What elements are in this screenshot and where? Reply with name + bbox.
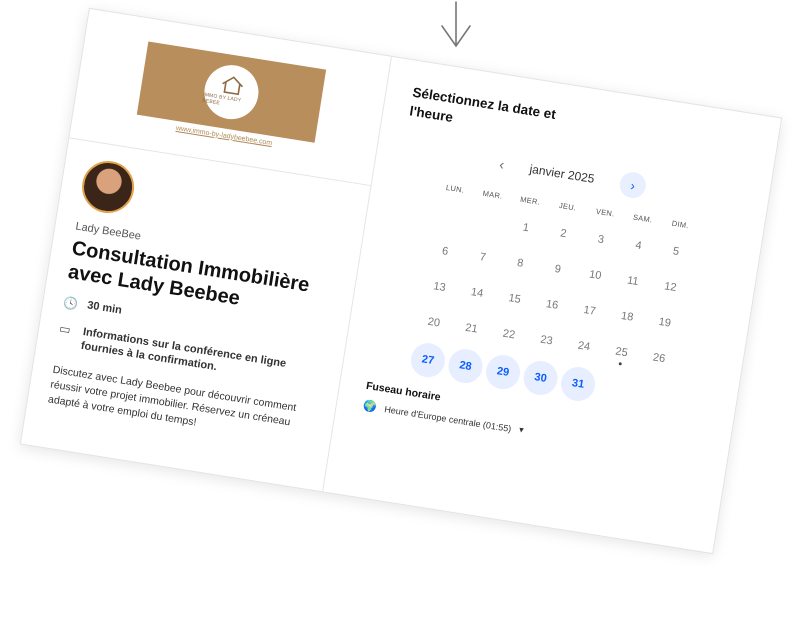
calendar-panel: Sélectionnez la date et l'heure ‹ janvie…: [323, 57, 781, 553]
calendar-day: 3: [596, 233, 605, 247]
duration-text: 30 min: [86, 299, 123, 317]
calendar-day: 1: [521, 221, 530, 235]
booking-card: IMMO BY LADY BEBEE www.immo-by-ladybeebe…: [19, 7, 783, 555]
calendar-day: 8: [516, 257, 525, 270]
calendar-day: 20: [426, 315, 441, 330]
weekday-label: DIM.: [671, 218, 690, 231]
calendar-day: 17: [582, 303, 597, 318]
calendar-day: 11: [626, 274, 640, 289]
calendar-day: 13: [432, 280, 447, 294]
calendar-day: 22: [501, 327, 516, 342]
calendar-day: 4: [634, 239, 643, 253]
weekday-label: MAR.: [482, 188, 504, 201]
empty-day: [432, 199, 470, 234]
arrow-down-icon: [436, 0, 476, 50]
calendar-day: 16: [545, 298, 560, 312]
weekday-label: MER.: [519, 194, 541, 207]
calendar-day: 25: [602, 335, 640, 370]
calendar-day: 5: [672, 245, 680, 259]
next-month-button[interactable]: ›: [618, 170, 648, 200]
available-day-button[interactable]: 30: [521, 358, 560, 398]
available-day-button[interactable]: 27: [408, 340, 448, 380]
month-label: janvier 2025: [528, 161, 596, 186]
globe-icon: 🌍: [362, 399, 378, 414]
brand-logo: IMMO BY LADY BEBEE: [200, 60, 262, 123]
prev-month-button[interactable]: ‹: [498, 156, 505, 173]
calendar-day: 12: [663, 280, 678, 295]
calendar-day: 14: [470, 286, 485, 300]
calendar-day: 26: [652, 351, 667, 366]
event-info: Lady BeeBee Consultation Immobilière ave…: [27, 138, 370, 451]
calendar-day: 18: [620, 309, 635, 324]
calendar-day: 21: [464, 321, 479, 336]
available-day-button[interactable]: 31: [558, 364, 598, 404]
video-icon: ▭: [58, 321, 72, 337]
weekday-label: JEU.: [558, 200, 577, 213]
calendar-day: 24: [577, 339, 592, 354]
calendar-day: 2: [559, 227, 568, 241]
calendar-day: 23: [539, 333, 554, 348]
calendar-day: 7: [478, 251, 487, 264]
calendar-day: 9: [553, 262, 562, 276]
empty-day: [597, 370, 635, 405]
brand-banner: IMMO BY LADY BEBEE: [136, 40, 326, 143]
calendar-day: 10: [588, 268, 603, 283]
clock-icon: 🕓: [62, 295, 80, 312]
calendar-day: 6: [441, 245, 450, 258]
empty-day: [469, 204, 507, 239]
weekday-label: SAM.: [632, 212, 654, 225]
empty-day: [634, 376, 672, 411]
available-day-button[interactable]: 29: [483, 352, 523, 392]
weekday-label: LUN.: [445, 182, 465, 195]
chevron-down-icon: ▾: [518, 424, 525, 435]
calendar-day: 15: [507, 292, 522, 306]
weekday-label: VEN.: [595, 206, 616, 219]
avatar: [78, 157, 138, 217]
calendar-day: 19: [657, 315, 672, 330]
house-icon: [221, 76, 243, 96]
available-day-button[interactable]: 28: [446, 346, 485, 386]
calendar-heading: Sélectionnez la date et l'heure: [408, 84, 557, 126]
